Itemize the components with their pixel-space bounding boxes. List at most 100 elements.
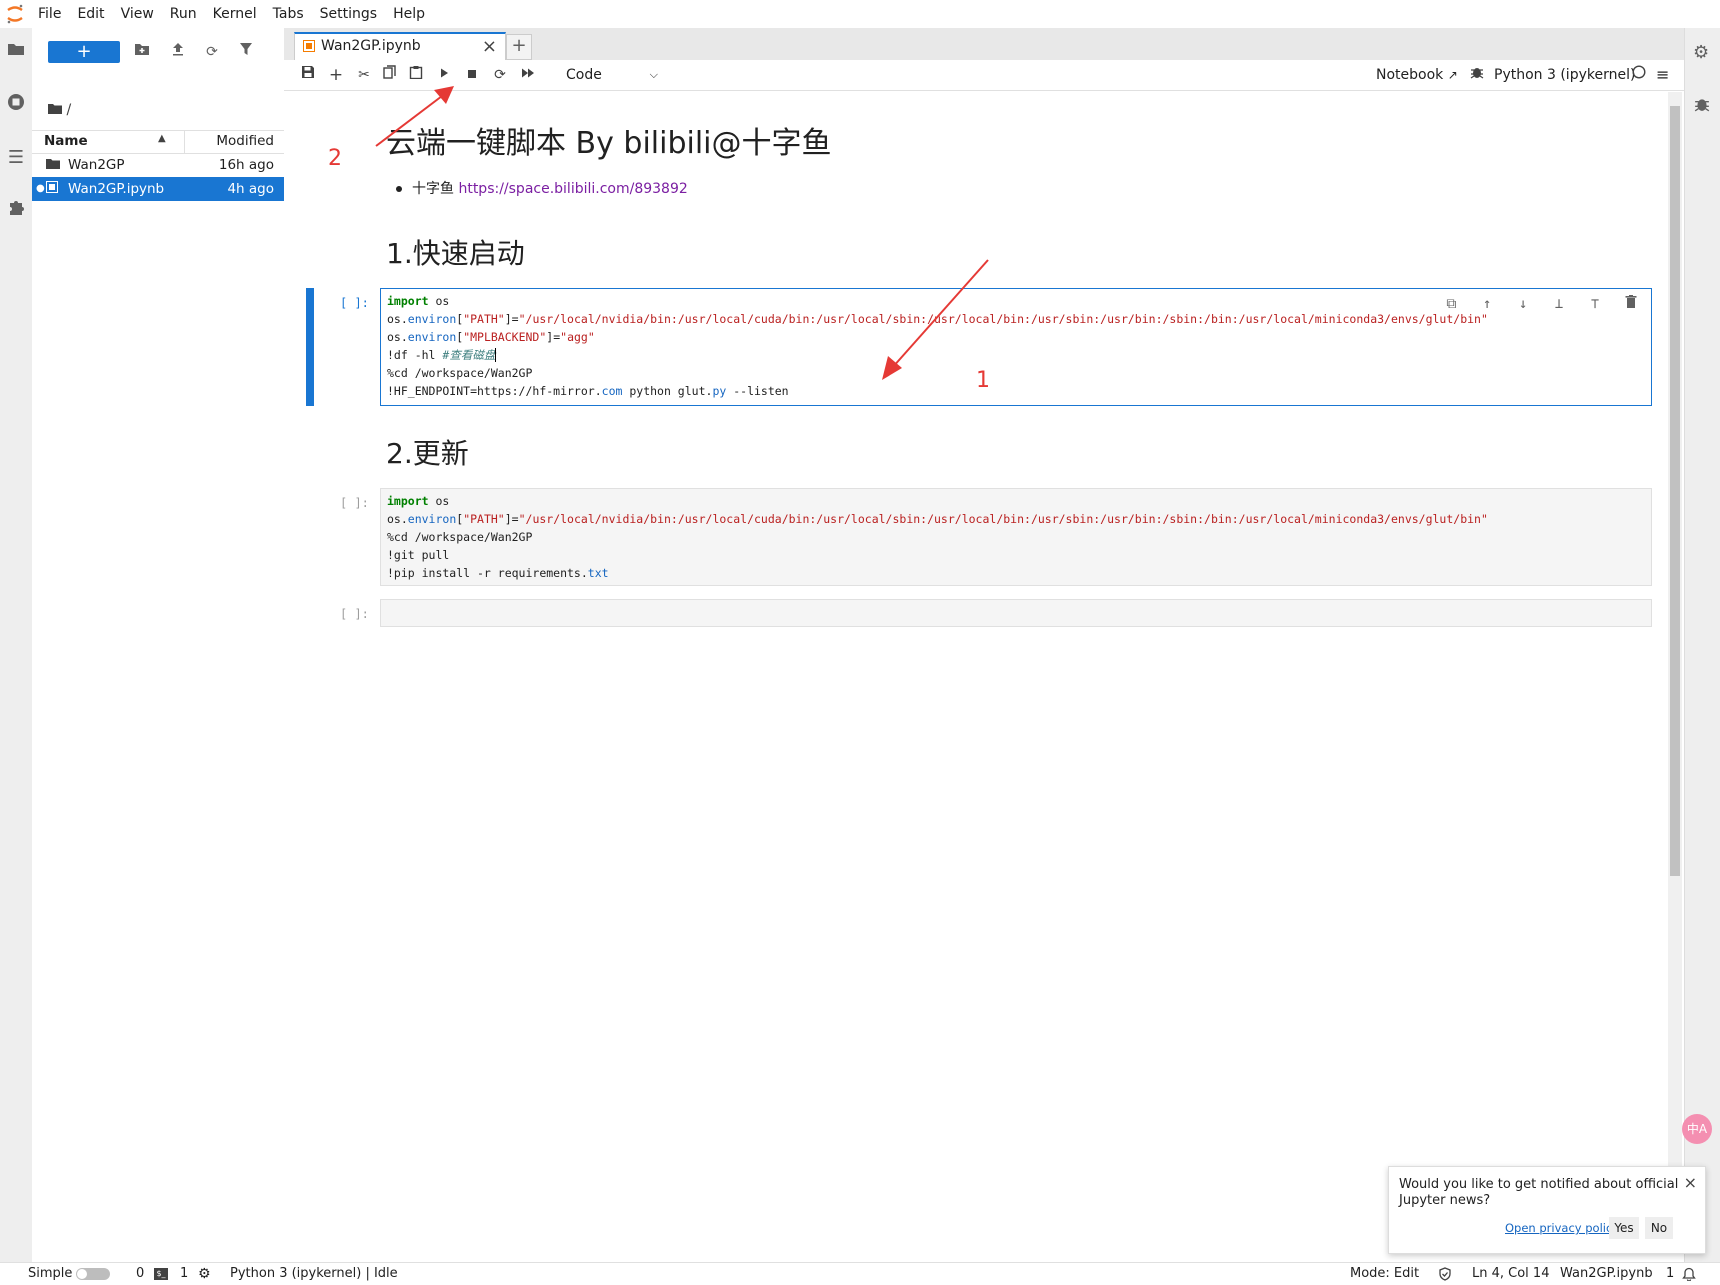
kernel-name-button[interactable]: Python 3 (ipykernel) [1494,64,1635,86]
menu-kernel[interactable]: Kernel [205,0,265,28]
debugger-bug-icon[interactable] [1470,64,1484,86]
annotation-number-1: 1 [976,368,990,393]
code-line: os.environ["MPLBACKEND"]="agg" [387,330,595,344]
close-tab-icon[interactable]: × [482,36,497,57]
add-tab-button[interactable]: + [506,34,532,60]
kernel-status[interactable]: Python 3 (ipykernel) | Idle [230,1263,398,1285]
notification-bell-icon[interactable] [1682,1263,1696,1285]
insert-above-icon[interactable]: ⊥ [1549,296,1569,312]
menu-edit[interactable]: Edit [69,0,112,28]
menu-hamburger-icon[interactable]: ≡ [1656,64,1669,86]
copy-icon[interactable] [380,65,400,85]
filter-icon[interactable] [236,42,256,62]
author-bullet: 十字鱼 https://space.bilibili.com/893892 [396,178,688,198]
code-line: !HF_ENDPOINT=https://hf-mirror.com pytho… [387,384,789,398]
code-line: %cd /workspace/Wan2GP [387,530,533,544]
privacy-policy-link[interactable]: Open privacy policy [1505,1221,1619,1235]
menu-tabs[interactable]: Tabs [265,0,312,28]
debugger-bug-icon[interactable] [1694,96,1710,116]
left-activity-bar: ☰ [0,28,33,1262]
notebook-scrollbar[interactable] [1668,92,1682,1252]
author-link[interactable]: https://space.bilibili.com/893892 [458,181,687,197]
upload-icon[interactable] [168,42,188,62]
file-list-header: Name ▲ Modified [32,130,284,154]
cell2-prompt: [ ]: [340,496,369,510]
open-in-notebook-button[interactable]: Notebook ↗ [1376,64,1458,86]
notification-toast: Would you like to get notified about off… [1388,1166,1706,1254]
toast-message: Would you like to get notified about off… [1399,1177,1679,1208]
menu-settings[interactable]: Settings [312,0,385,28]
cursor-position[interactable]: Ln 4, Col 14 [1472,1263,1549,1285]
new-folder-icon[interactable] [132,42,152,62]
terminal-count[interactable]: 0 [136,1263,144,1285]
insert-cell-icon[interactable]: + [326,65,346,85]
terminal-icon[interactable]: $_ [154,1268,168,1280]
paste-icon[interactable] [406,65,426,85]
folder-icon[interactable] [4,40,28,64]
file-modified: 16h ago [218,157,274,173]
breadcrumb-root[interactable]: / [66,102,71,118]
folder-icon [46,153,60,177]
kernel-chip-icon[interactable]: ⚙ [198,1263,211,1285]
breadcrumb[interactable]: / [48,102,71,118]
menu-run[interactable]: Run [162,0,205,28]
menu-items: File Edit View Run Kernel Tabs Settings … [30,0,433,28]
property-inspector-gear-icon[interactable]: ⚙ [1693,42,1709,63]
move-down-icon[interactable]: ↓ [1513,296,1533,312]
extensions-puzzle-icon[interactable] [4,198,28,222]
cell-type-select[interactable]: Code ⌵ [566,65,660,85]
tab-notebook[interactable]: Wan2GP.ipynb × [294,32,506,62]
kernel-idle-circle-icon [1632,64,1646,86]
code-cell-empty[interactable] [380,599,1652,627]
close-icon[interactable]: × [1684,1173,1697,1192]
yes-button[interactable]: Yes [1609,1217,1639,1239]
sort-ascending-icon[interactable]: ▲ [158,133,166,144]
document-tab-bar: Wan2GP.ipynb × + [284,28,1684,62]
cut-icon[interactable]: ✂ [354,65,374,85]
bullet-dot [396,186,402,192]
breadcrumb-folder-icon [48,104,62,114]
tab-title: Wan2GP.ipynb [321,38,421,54]
running-indicator-icon: ● [36,183,45,194]
refresh-icon[interactable]: ⟳ [202,42,222,62]
column-name[interactable]: Name [44,133,88,149]
column-modified[interactable]: Modified [216,133,274,149]
code-line: import os [387,494,450,508]
insert-below-icon[interactable]: ⊤ [1585,296,1605,312]
restart-kernel-icon[interactable]: ⟳ [490,65,510,85]
scrollbar-thumb[interactable] [1670,106,1680,876]
delete-cell-icon[interactable] [1621,295,1641,312]
code-cell-update[interactable]: import os os.environ["PATH"]="/usr/local… [380,488,1652,586]
table-of-contents-icon[interactable]: ☰ [4,146,28,170]
kernel-count[interactable]: 1 [180,1263,188,1285]
right-activity-bar: ⚙ [1684,28,1720,1262]
file-row-notebook[interactable]: ● Wan2GP.ipynb 4h ago [32,177,284,201]
move-up-icon[interactable]: ↑ [1477,296,1497,312]
column-separator [184,131,185,153]
run-cell-icon[interactable] [434,65,454,85]
menu-view[interactable]: View [113,0,162,28]
translate-icon[interactable]: 中A [1682,1114,1712,1144]
restart-run-all-icon[interactable] [518,65,538,85]
notification-count[interactable]: 1 [1666,1263,1674,1285]
menu-file[interactable]: File [30,0,69,28]
file-row-folder[interactable]: Wan2GP 16h ago [32,153,284,177]
file-browser: + ⟳ / Name ▲ Modified Wan2GP 16h ago ● W… [32,28,285,1262]
heading-update: 2.更新 [386,437,469,470]
running-sessions-icon[interactable] [4,92,28,116]
menu-help[interactable]: Help [385,0,433,28]
simple-mode-toggle[interactable] [76,1268,110,1280]
save-icon[interactable] [298,65,318,85]
code-line: %cd /workspace/Wan2GP [387,366,533,380]
code-line: !git pull [387,548,450,562]
file-modified: 4h ago [227,181,274,197]
duplicate-cell-icon[interactable]: ⧉ [1441,296,1461,312]
no-button[interactable]: No [1645,1217,1673,1239]
external-link-icon: ↗ [1447,68,1458,82]
notebook-title-heading: 云端一键脚本 By bilibili@十字鱼 [386,126,832,161]
security-shield-icon[interactable] [1438,1263,1452,1285]
new-launcher-button[interactable]: + [48,41,120,63]
interrupt-kernel-icon[interactable] [462,65,482,85]
active-cell-indicator [306,288,314,406]
code-cell-quick-start[interactable]: import os os.environ["PATH"]="/usr/local… [380,288,1652,406]
